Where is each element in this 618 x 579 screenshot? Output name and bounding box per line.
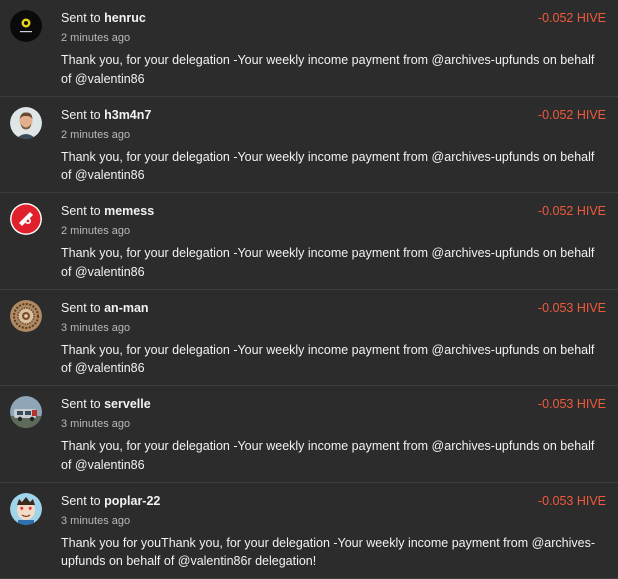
transfer-title: Sent to h3m4n7 bbox=[61, 108, 151, 122]
avatar[interactable] bbox=[10, 203, 42, 235]
transaction-row: Sent to servelle 3 minutes ago -0.053 HI… bbox=[0, 386, 618, 483]
sent-to-label: Sent to bbox=[61, 494, 101, 508]
recipient-username[interactable]: henruc bbox=[104, 11, 146, 25]
transfer-title: Sent to memess bbox=[61, 204, 154, 218]
transfer-history-list: Sent to henruc 2 minutes ago -0.052 HIVE… bbox=[0, 0, 618, 579]
amount: -0.052 HIVE bbox=[538, 204, 606, 218]
sent-to-label: Sent to bbox=[61, 11, 101, 25]
transaction-row: Sent to henruc 2 minutes ago -0.052 HIVE… bbox=[0, 0, 618, 97]
avatar[interactable] bbox=[10, 107, 42, 139]
transfer-title: Sent to henruc bbox=[61, 11, 146, 25]
timestamp: 3 minutes ago bbox=[61, 322, 130, 334]
timestamp: 2 minutes ago bbox=[61, 225, 130, 237]
avatar[interactable] bbox=[10, 493, 42, 525]
memo: Thank you, for your delegation -Your wee… bbox=[61, 341, 601, 378]
recipient-username[interactable]: servelle bbox=[104, 397, 151, 411]
avatar[interactable] bbox=[10, 396, 42, 428]
memo: Thank you, for your delegation -Your wee… bbox=[61, 244, 601, 281]
amount: -0.053 HIVE bbox=[538, 397, 606, 411]
transaction-row: Sent to an-man 3 minutes ago -0.053 HIVE… bbox=[0, 290, 618, 387]
transaction-row: Sent to h3m4n7 2 minutes ago -0.052 HIVE… bbox=[0, 97, 618, 194]
transfer-title: Sent to an-man bbox=[61, 301, 149, 315]
cartoon-character-avatar-icon bbox=[10, 493, 42, 525]
transaction-row: Sent to poplar-22 3 minutes ago -0.053 H… bbox=[0, 483, 618, 579]
recipient-username[interactable]: memess bbox=[104, 204, 154, 218]
transaction-row: Sent to memess 2 minutes ago -0.052 HIVE… bbox=[0, 193, 618, 290]
memo: Thank you, for your delegation -Your wee… bbox=[61, 51, 601, 88]
timestamp: 2 minutes ago bbox=[61, 32, 130, 44]
red-circle-logo-avatar-icon bbox=[10, 203, 42, 235]
recipient-username[interactable]: an-man bbox=[104, 301, 148, 315]
memo: Thank you for youThank you, for your del… bbox=[61, 534, 601, 571]
sent-to-label: Sent to bbox=[61, 397, 101, 411]
amount: -0.053 HIVE bbox=[538, 494, 606, 508]
sent-to-label: Sent to bbox=[61, 204, 101, 218]
amount: -0.052 HIVE bbox=[538, 11, 606, 25]
timestamp: 2 minutes ago bbox=[61, 129, 130, 141]
black-circle-yellow-logo-avatar-icon bbox=[10, 10, 42, 42]
ornate-mandala-avatar-icon bbox=[10, 300, 42, 332]
transfer-title: Sent to poplar-22 bbox=[61, 494, 160, 508]
vehicle-photo-avatar-icon bbox=[10, 396, 42, 428]
memo: Thank you, for your delegation -Your wee… bbox=[61, 148, 601, 185]
sent-to-label: Sent to bbox=[61, 301, 101, 315]
amount: -0.052 HIVE bbox=[538, 108, 606, 122]
avatar[interactable] bbox=[10, 10, 42, 42]
amount: -0.053 HIVE bbox=[538, 301, 606, 315]
recipient-username[interactable]: poplar-22 bbox=[104, 494, 160, 508]
memo: Thank you, for your delegation -Your wee… bbox=[61, 437, 601, 474]
timestamp: 3 minutes ago bbox=[61, 418, 130, 430]
sent-to-label: Sent to bbox=[61, 108, 101, 122]
avatar[interactable] bbox=[10, 300, 42, 332]
recipient-username[interactable]: h3m4n7 bbox=[104, 108, 151, 122]
timestamp: 3 minutes ago bbox=[61, 515, 130, 527]
transfer-title: Sent to servelle bbox=[61, 397, 151, 411]
man-portrait-avatar-icon bbox=[10, 107, 42, 139]
